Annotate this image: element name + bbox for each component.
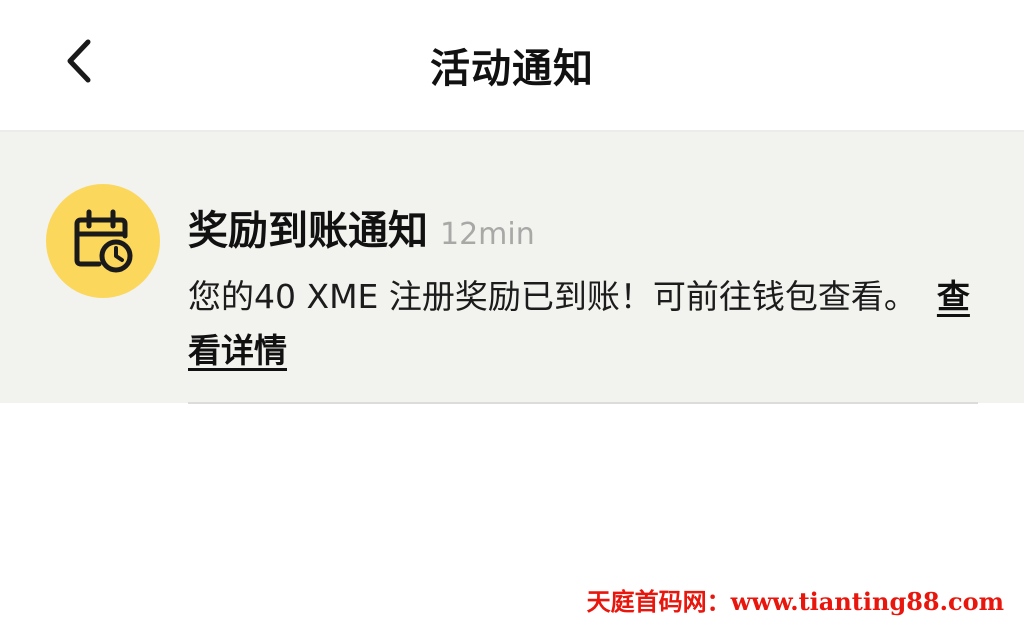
watermark-text: 天庭首码网：www.tianting88.com bbox=[586, 587, 1004, 616]
notice-timestamp: 12min bbox=[440, 217, 535, 252]
notice-message: 您的40 XME 注册奖励已到账！可前往钱包查看。 bbox=[188, 277, 917, 316]
notice-title: 奖励到账通知 bbox=[188, 208, 428, 254]
notice-icon-badge bbox=[46, 184, 160, 298]
notice-heading: 奖励到账通知 12min bbox=[188, 198, 535, 256]
activity-notice-page: 活动通知 奖励到账通知 12min 您的40 XME 注册奖励已到账！可前往钱包查… bbox=[0, 0, 1024, 631]
page-title: 活动通知 bbox=[430, 46, 594, 92]
calendar-clock-icon bbox=[74, 209, 133, 273]
notice-body: 您的40 XME 注册奖励已到账！可前往钱包查看。 查看详情 bbox=[188, 270, 978, 378]
notice-divider bbox=[188, 402, 978, 404]
header-bar: 活动通知 bbox=[0, 0, 1024, 130]
notice-item[interactable]: 奖励到账通知 12min 您的40 XME 注册奖励已到账！可前往钱包查看。 查看详… bbox=[0, 132, 1024, 404]
